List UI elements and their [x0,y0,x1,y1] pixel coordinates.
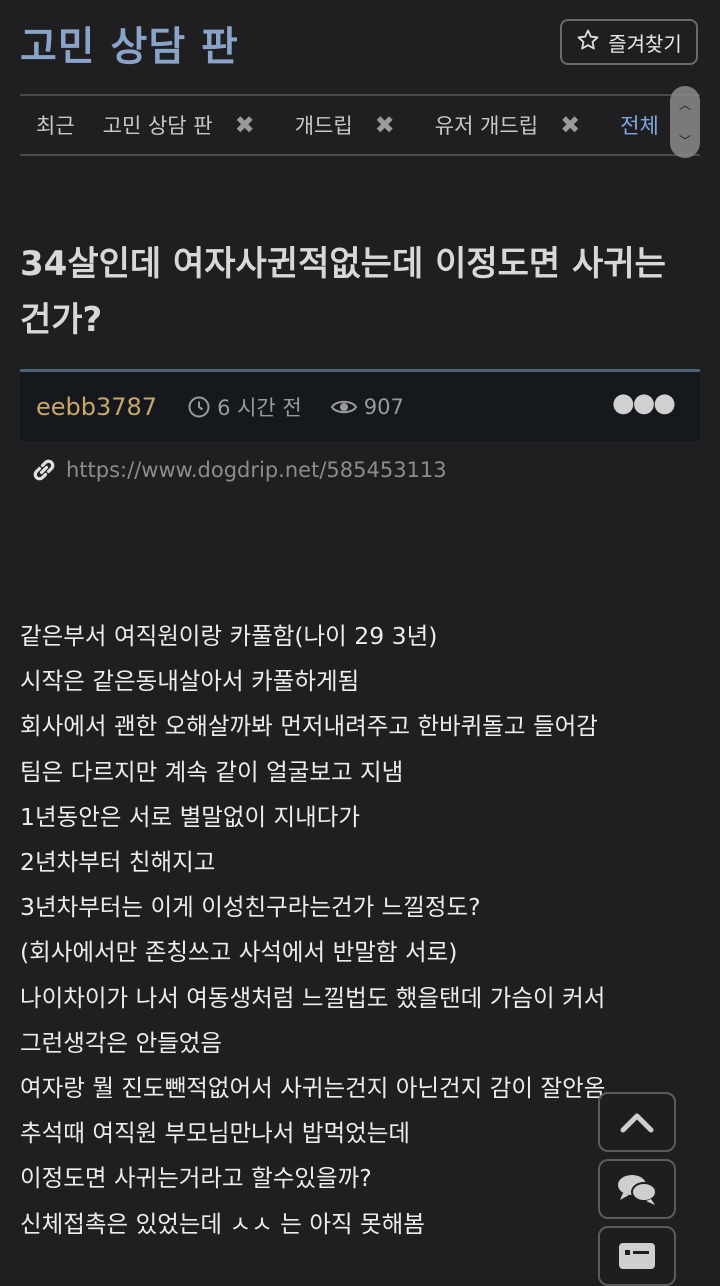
post-author[interactable]: eebb3787 [36,393,157,421]
favorite-label: 즐겨찾기 [608,31,682,56]
post-body-line: 같은부서 여직원이랑 카풀함(나이 29 3년) [20,622,438,650]
post-link[interactable]: https://www.dogdrip.net/585453113 [30,456,447,484]
post-title: 34살인데 여자사귄적없는데 이정도면 사귀는건가? [20,244,666,340]
post-body-line: 팀은 다르지만 계속 같이 얼굴보고 지냄 [20,757,404,786]
recent-label: 최근 [36,114,75,138]
recent-tabs-bar: 최근 고민 상담 판 ✖ 개드립 ✖ 유저 개드립 ✖ 전체 [20,94,700,156]
list-button[interactable] [598,1226,676,1286]
board-title[interactable]: 고민 상담 판 [20,14,239,72]
eye-icon [330,400,357,413]
chevron-down-icon: ﹀ [678,133,691,148]
post-time-text: 6 시간 전 [217,395,302,420]
post-body-line: 회사에서 괜한 오해살까봐 먼저내려주고 한바퀴돌고 들어감 [20,712,598,741]
tab-gaedrip[interactable]: 개드립 ✖ [295,110,395,140]
post-views: 907 [330,395,404,419]
chevron-up-icon: ︿ [678,97,691,112]
star-icon [576,28,600,57]
tab-label[interactable]: 유저 개드립 [435,110,538,140]
link-icon [33,459,55,481]
tab-label[interactable]: 고민 상담 판 [103,110,213,140]
post-body-line: 시작은 같은동내살아서 카풀하게됨 [20,667,360,696]
post-url[interactable]: https://www.dogdrip.net/585453113 [66,458,447,482]
list-icon [619,1243,655,1269]
post-time: 6 시간 전 [187,392,302,422]
post-body-line: 3년차부터는 이게 이성친구라는건가 느낄정도? [20,893,481,922]
tab-label[interactable]: 개드립 [295,110,353,140]
post-body: 같은부서 여직원이랑 카풀함(나이 29 3년) 시작은 같은동내살아서 카풀하게… [20,614,700,1247]
more-options-icon[interactable]: ●●● [612,388,676,418]
tab-all[interactable]: 전체 [620,110,659,140]
close-icon[interactable]: ✖ [375,111,395,139]
scroll-top-button[interactable] [598,1092,676,1152]
post-body-line: 1년동안은 서로 별말없이 지내다가 [20,802,361,831]
post-body-line: (회사에서만 존칭쓰고 사석에서 반말함 서로) [20,938,458,967]
post-body-line: 2년차부터 친해지고 [20,848,216,877]
close-icon[interactable]: ✖ [235,111,255,139]
post-views-count: 907 [363,394,404,419]
chevron-up-icon [620,1113,654,1133]
tab-label[interactable]: 전체 [620,110,659,140]
post-body-line: 그런생각은 안들었음 [20,1028,223,1057]
tab-user-gaedrip[interactable]: 유저 개드립 ✖ [435,110,580,140]
tabs-scroll-handle[interactable]: ︿ ﹀ [670,86,700,158]
post-meta-bar: eebb3787 6 시간 전 907 ●●● [20,369,700,441]
clock-icon [188,396,210,417]
post-body-line: 나이차이가 나서 여동생처럼 느낄법도 했을탠데 가슴이 커서 [20,983,606,1012]
comments-button[interactable] [598,1159,676,1219]
favorite-button[interactable]: 즐겨찾기 [560,19,698,65]
comments-icon [618,1175,657,1205]
tab-gomin[interactable]: 고민 상담 판 ✖ [103,110,255,140]
close-icon[interactable]: ✖ [560,111,580,139]
